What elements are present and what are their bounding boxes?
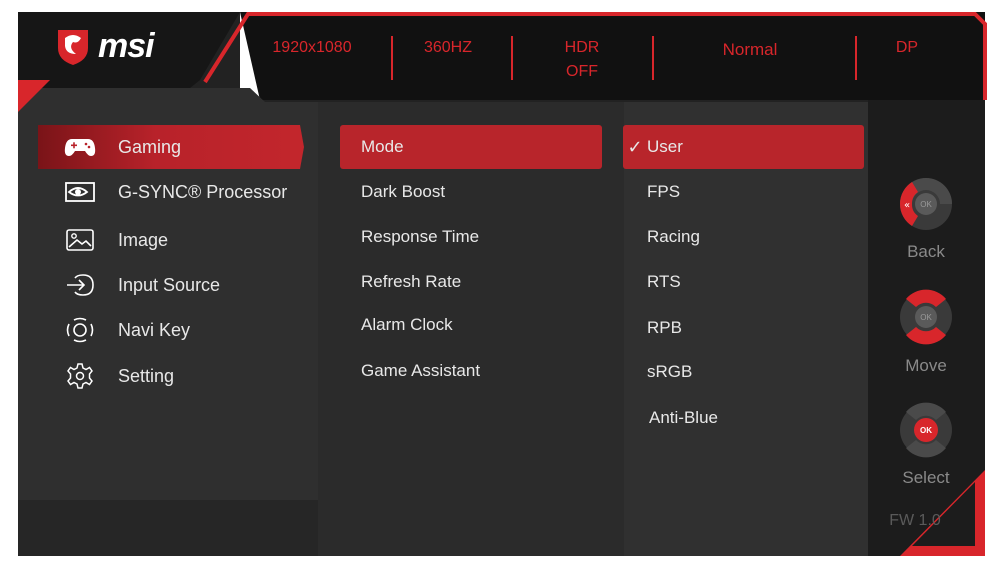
hint-select-label: Select xyxy=(902,468,950,487)
image-icon xyxy=(60,226,100,254)
nvidia-icon xyxy=(60,178,100,206)
status-divider xyxy=(855,36,857,80)
main-menu-item-gaming[interactable]: Gaming xyxy=(38,125,300,169)
option-rts[interactable]: RTS xyxy=(623,260,864,304)
svg-text:OK: OK xyxy=(920,426,932,435)
sub-menu-item-game-assistant[interactable]: Game Assistant xyxy=(340,349,602,393)
option-racing[interactable]: Racing xyxy=(623,215,864,259)
main-menu-label: Setting xyxy=(118,365,175,386)
status-divider xyxy=(511,36,513,80)
logo-text: msi xyxy=(98,26,155,65)
msi-logo: msi xyxy=(56,26,155,66)
gamepad-icon xyxy=(60,133,100,161)
main-menu-item-image[interactable]: Image xyxy=(38,218,300,262)
status-resolution: 1920x1080 xyxy=(272,39,352,56)
svg-text:OK: OK xyxy=(920,200,932,209)
firmware-version: FW 1.0 xyxy=(889,512,941,529)
svg-text:OK: OK xyxy=(920,313,932,322)
svg-text:«: « xyxy=(904,200,910,211)
main-menu-label: G-SYNC® Processor xyxy=(118,181,288,202)
option-anti-blue[interactable]: Anti-Blue xyxy=(625,396,866,440)
status-input: DP xyxy=(895,39,919,56)
dragon-shield-icon xyxy=(58,30,88,65)
option-fps[interactable]: FPS xyxy=(623,170,864,214)
sub-menu-item-mode[interactable]: Mode xyxy=(340,125,602,169)
hint-back-label: Back xyxy=(907,242,945,261)
sub-menu-item-response-time[interactable]: Response Time xyxy=(340,215,602,259)
input-source-icon xyxy=(60,271,100,299)
main-menu-item-gsync[interactable]: G-SYNC® Processor xyxy=(38,170,300,214)
option-user[interactable]: ✓ User xyxy=(623,125,864,169)
gear-icon xyxy=(60,362,100,390)
sub-menu-item-alarm-clock[interactable]: Alarm Clock xyxy=(340,303,602,347)
navi-key-icon xyxy=(60,316,100,344)
sub-menu-item-dark-boost[interactable]: Dark Boost xyxy=(340,170,602,214)
main-menu-label: Gaming xyxy=(118,136,182,157)
hint-move-label: Move xyxy=(905,356,947,375)
joystick-select-icon: OK xyxy=(900,402,952,458)
main-menu-label: Input Source xyxy=(118,274,221,295)
option-label: User xyxy=(647,137,683,156)
status-divider xyxy=(652,36,654,80)
main-menu-item-setting[interactable]: Setting xyxy=(38,354,300,398)
option-srgb[interactable]: sRGB xyxy=(623,350,864,394)
main-menu-label: Image xyxy=(118,229,169,250)
status-refresh-rate: 360HZ xyxy=(423,39,473,56)
joystick-move-icon: OK xyxy=(900,289,952,345)
checkmark-icon: ✓ xyxy=(627,136,643,157)
osd-menu: msi 1920x1080 360HZ HDR OFF Normal DP Ga… xyxy=(0,0,997,569)
joystick-back-icon: OK « xyxy=(899,178,952,230)
active-arrow xyxy=(290,125,304,169)
status-hdr: HDR OFF xyxy=(564,39,600,80)
main-menu-item-navi-key[interactable]: Navi Key xyxy=(38,308,300,352)
option-rpb[interactable]: RPB xyxy=(623,306,864,350)
main-menu-label: Navi Key xyxy=(118,319,191,340)
status-mode: Normal xyxy=(722,40,778,59)
sub-menu-item-refresh-rate[interactable]: Refresh Rate xyxy=(340,260,602,304)
main-menu-item-input-source[interactable]: Input Source xyxy=(38,263,300,307)
status-divider xyxy=(391,36,393,80)
